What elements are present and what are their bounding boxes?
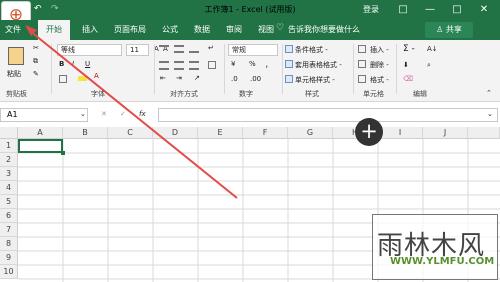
watermark-url: WWW.YLMFU.COM — [390, 256, 495, 267]
cursor-plus-icon: + — [355, 118, 383, 146]
